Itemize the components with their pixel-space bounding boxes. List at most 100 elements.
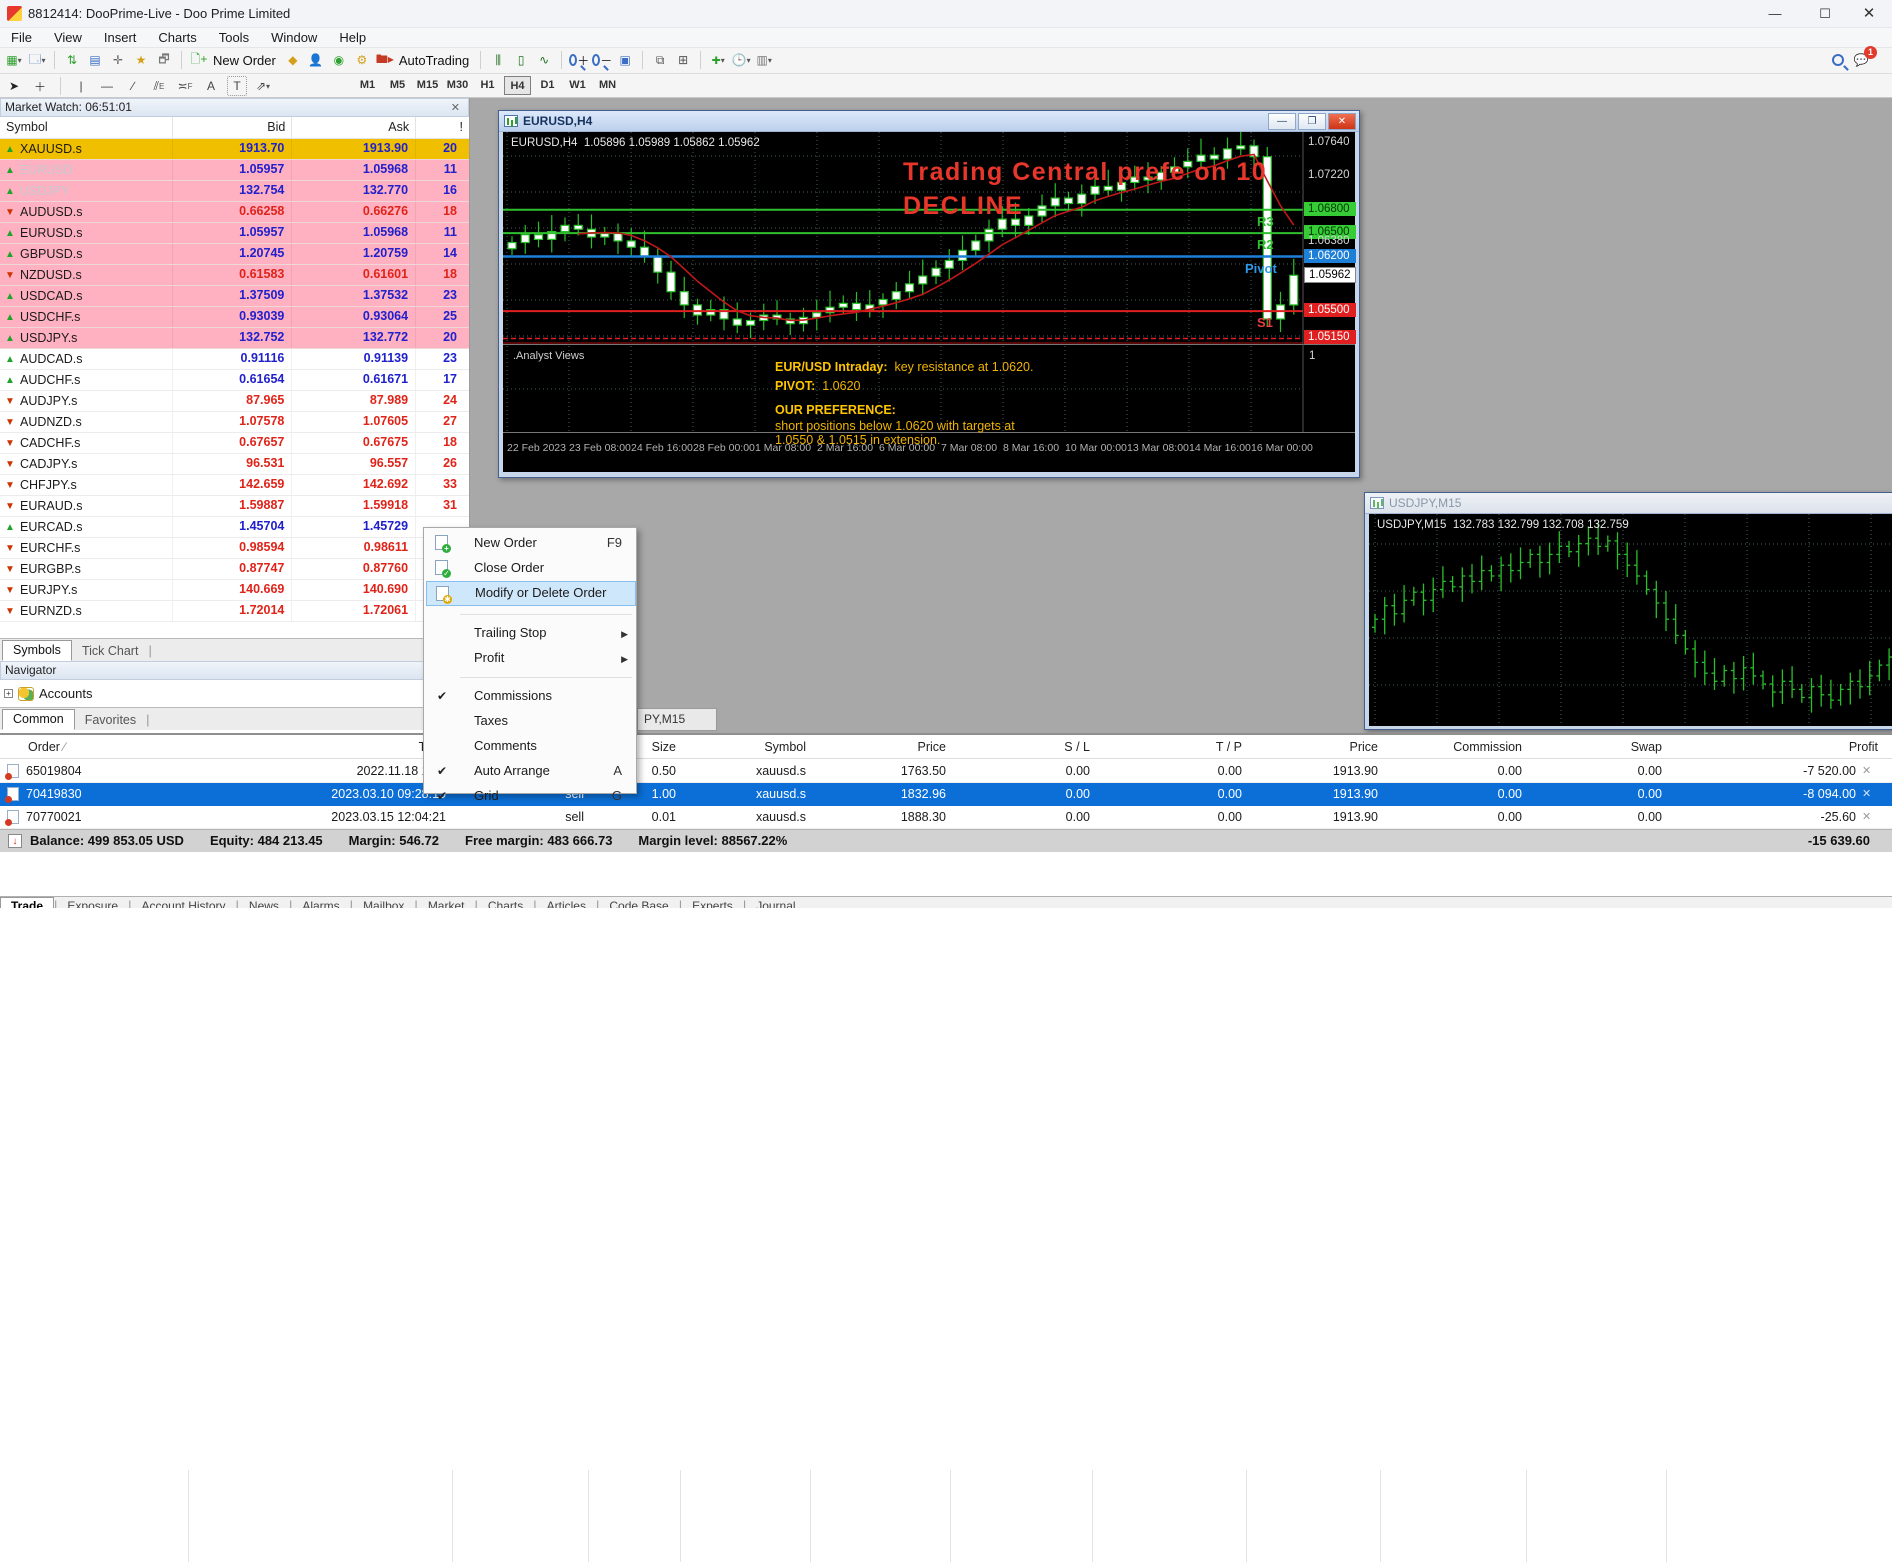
orders-column-price[interactable]: Price (918, 740, 946, 754)
bottom-tab-mailbox[interactable]: Mailbox (353, 898, 414, 908)
tab-symbols[interactable]: Symbols (2, 640, 72, 661)
metaeditor-icon[interactable]: ◆ (283, 50, 303, 70)
tab-tick-chart[interactable]: Tick Chart (72, 642, 149, 661)
orders-column-symbol[interactable]: Symbol (764, 740, 806, 754)
context-menu-item-comments[interactable]: Comments (426, 734, 636, 759)
zoom-in-icon[interactable]: ＋ (569, 50, 589, 70)
usdjpy-titlebar[interactable]: USDJPY,M15 (1365, 493, 1892, 514)
orders-column-order[interactable]: Order ∕ (28, 740, 66, 754)
eurusd-titlebar[interactable]: EURUSD,H4 — ❐ ✕ (499, 111, 1359, 132)
bottom-tab-articles[interactable]: Articles (537, 898, 596, 908)
bottom-tab-account-history[interactable]: Account History (132, 898, 236, 908)
bottom-tab-trade[interactable]: Trade (0, 897, 54, 908)
bottom-tab-market[interactable]: Market (418, 898, 475, 908)
expert-advisors-icon[interactable]: 👤 (306, 50, 326, 70)
timeframe-w1[interactable]: W1 (564, 76, 591, 95)
market-watch-row[interactable]: ▼NZDUSD.s0.615830.6160118 (0, 265, 469, 286)
options-icon[interactable]: ⚙ (352, 50, 372, 70)
autotrading-button[interactable]: AutoTrading (399, 53, 469, 68)
close-position-icon[interactable]: ✕ (1862, 787, 1871, 800)
context-menu-item-commissions[interactable]: ✔Commissions (426, 684, 636, 709)
profiles-icon[interactable]: 🗔▾ (27, 50, 47, 70)
arrange-windows-icon[interactable]: ⊞ (673, 50, 693, 70)
order-row[interactable]: 650198042022.11.18 10:3sell0.50xauusd.s1… (0, 760, 1892, 783)
text-label-icon[interactable]: T (227, 76, 247, 96)
bottom-tab-code-base[interactable]: Code Base (599, 898, 678, 908)
market-watch-row[interactable]: ▼AUDNZD.s1.075781.0760527 (0, 412, 469, 433)
chart-window-usdjpy[interactable]: USDJPY,M15 USDJPY,M15 132.783 132.799 13… (1364, 492, 1892, 730)
market-watch-row[interactable]: ▲XAUUSD.s1913.701913.9020 (0, 139, 469, 160)
menu-view[interactable]: View (43, 28, 93, 48)
text-icon[interactable]: A (201, 76, 221, 96)
context-menu-item-grid[interactable]: ✔GridG (426, 784, 636, 809)
market-watch-row[interactable]: ▲EURUSD1.059571.0596811 (0, 160, 469, 181)
usdjpy-chart-area[interactable]: USDJPY,M15 132.783 132.799 132.708 132.7… (1369, 514, 1892, 726)
candlestick-chart-icon[interactable]: ▯ (511, 50, 531, 70)
chart-minimize-button[interactable]: — (1268, 113, 1296, 130)
context-menu-item-taxes[interactable]: Taxes (426, 709, 636, 734)
order-row[interactable]: 704198302023.03.10 09:28:15sell1.00xauus… (0, 783, 1892, 806)
menu-insert[interactable]: Insert (93, 28, 148, 48)
timeframe-m15[interactable]: M15 (414, 76, 441, 95)
orders-column-profit[interactable]: Profit (1849, 740, 1878, 754)
bottom-tab-charts[interactable]: Charts (478, 898, 533, 908)
cursor-icon[interactable]: ➤ (4, 76, 24, 96)
column-bid[interactable]: Bid (173, 117, 293, 138)
column-symbol[interactable]: Symbol (0, 117, 173, 138)
minimized-chart-window[interactable]: PY,M15 (637, 708, 717, 731)
market-watch-row[interactable]: ▼AUDUSD.s0.662580.6627618 (0, 202, 469, 223)
bar-chart-icon[interactable]: ⫼ (488, 50, 508, 70)
menu-file[interactable]: File (0, 28, 43, 48)
maximize-button[interactable]: ☐ (1802, 0, 1848, 28)
order-row[interactable]: 707700212023.03.15 12:04:21sell0.01xauus… (0, 806, 1892, 829)
menu-window[interactable]: Window (260, 28, 328, 48)
timeframe-h1[interactable]: H1 (474, 76, 501, 95)
fibonacci-icon[interactable]: ≍F (175, 76, 195, 96)
tree-expand-icon[interactable]: + (4, 689, 13, 698)
market-watch-row[interactable]: ▲AUDCAD.s0.911160.9113923 (0, 349, 469, 370)
chart-close-button[interactable]: ✕ (1328, 113, 1356, 130)
bottom-tab-news[interactable]: News (239, 898, 289, 908)
column-ask[interactable]: Ask (292, 117, 416, 138)
data-window-icon[interactable]: ▤ (85, 50, 105, 70)
market-watch-row[interactable]: ▲USDCAD.s1.375091.3753223 (0, 286, 469, 307)
close-button[interactable]: ✕ (1846, 0, 1892, 28)
navigator-icon[interactable]: ✛ (108, 50, 128, 70)
bottom-tab-journal[interactable]: Journal (746, 898, 805, 908)
search-icon[interactable] (1828, 50, 1848, 70)
market-watch-row[interactable]: ▼CADJPY.s96.53196.55726 (0, 454, 469, 475)
signals-icon[interactable]: ◉ (329, 50, 349, 70)
market-watch-icon[interactable]: ⇅ (62, 50, 82, 70)
market-watch-row[interactable]: ▼CADCHF.s0.676570.6767518 (0, 433, 469, 454)
bottom-tab-alarms[interactable]: Alarms (292, 898, 349, 908)
timeframe-m1[interactable]: M1 (354, 76, 381, 95)
market-watch-row[interactable]: ▲GBPUSD.s1.207451.2075914 (0, 244, 469, 265)
market-watch-row[interactable]: ▲USDJPY132.754132.77016 (0, 181, 469, 202)
timeframe-mn[interactable]: MN (594, 76, 621, 95)
tile-windows-icon[interactable]: ▣ (615, 50, 635, 70)
periods-icon[interactable]: 🕒▾ (731, 50, 751, 70)
tree-item-accounts[interactable]: Accounts (39, 686, 92, 701)
context-menu-item-trailing-stop[interactable]: Trailing Stop▶ (426, 621, 636, 646)
autotrading-icon[interactable]: 🖿▸ (375, 50, 395, 70)
orders-column-size[interactable]: Size (652, 740, 676, 754)
context-menu-item-auto-arrange[interactable]: ✔Auto ArrangeA (426, 759, 636, 784)
horizontal-line-icon[interactable]: — (97, 76, 117, 96)
timeframe-d1[interactable]: D1 (534, 76, 561, 95)
market-watch-row[interactable]: ▼CHFJPY.s142.659142.69233 (0, 475, 469, 496)
orders-column-sl[interactable]: S / L (1064, 740, 1090, 754)
orders-column-price[interactable]: Price (1350, 740, 1378, 754)
tab-favorites[interactable]: Favorites (75, 711, 146, 730)
timeframe-h4[interactable]: H4 (504, 76, 531, 95)
line-chart-icon[interactable]: ∿ (534, 50, 554, 70)
minimize-button[interactable]: — (1752, 0, 1798, 28)
market-watch-row[interactable]: ▲USDJPY.s132.752132.77220 (0, 328, 469, 349)
orders-column-commission[interactable]: Commission (1453, 740, 1522, 754)
menu-tools[interactable]: Tools (208, 28, 260, 48)
market-watch-row[interactable]: ▼EURAUD.s1.598871.5991831 (0, 496, 469, 517)
market-watch-row[interactable]: ▲EURUSD.s1.059571.0596811 (0, 223, 469, 244)
context-menu-item-close-order[interactable]: Close Order (426, 556, 636, 581)
bottom-tab-experts[interactable]: Experts (682, 898, 743, 908)
new-order-button[interactable]: New Order (213, 53, 276, 68)
orders-column-swap[interactable]: Swap (1631, 740, 1662, 754)
